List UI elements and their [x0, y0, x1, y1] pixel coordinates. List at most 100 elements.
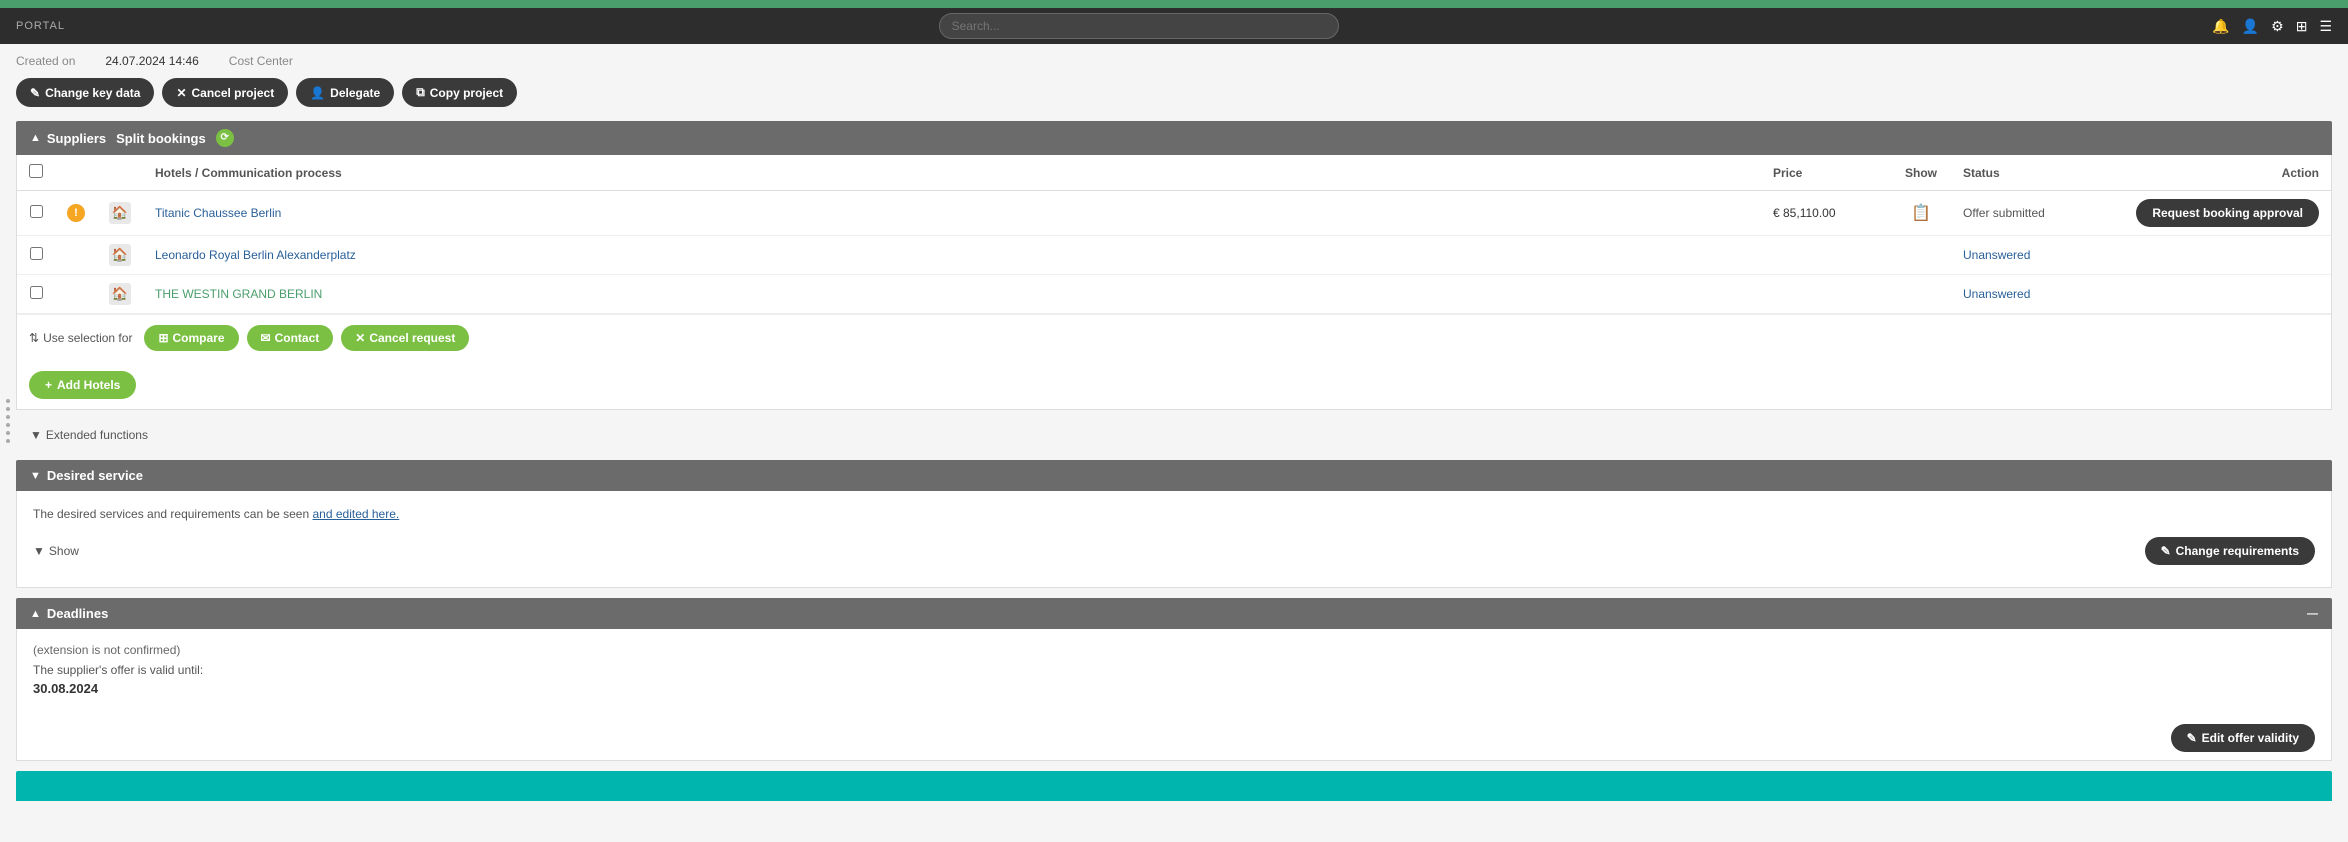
suppliers-toggle-icon[interactable]: ▲	[30, 132, 41, 144]
nav-dots	[6, 399, 10, 443]
change-key-data-button[interactable]: ✎ Change key data	[16, 78, 154, 107]
desired-service-edit-link[interactable]: and edited here.	[313, 507, 400, 521]
row2-checkbox[interactable]	[30, 247, 43, 260]
cancel-project-button[interactable]: ✕ Cancel project	[162, 78, 288, 107]
warning-icon: !	[67, 204, 85, 222]
suppliers-title: Suppliers	[47, 131, 106, 146]
deadlines-footer: ✎ Edit offer validity	[17, 716, 2331, 760]
status-2: Unanswered	[1963, 248, 2030, 262]
deadlines-header: ▲ Deadlines —	[16, 598, 2332, 629]
add-hotels-button[interactable]: + Add Hotels	[29, 371, 136, 399]
table-row: 🏠 THE WESTIN GRAND BERLIN Unanswered	[17, 275, 2331, 314]
cancel-request-button[interactable]: ✕ Cancel request	[341, 325, 469, 351]
status-3: Unanswered	[1963, 287, 2030, 301]
change-requirements-button[interactable]: ✎ Change requirements	[2145, 537, 2315, 565]
select-all-checkbox[interactable]	[29, 164, 43, 178]
table-row: 🏠 Leonardo Royal Berlin Alexanderplatz U…	[17, 236, 2331, 275]
hotel-price-2	[1761, 236, 1891, 275]
col-action: Action	[2111, 155, 2331, 191]
hotels-table-container: Hotels / Communication process Price Sho…	[17, 155, 2331, 314]
show-toggle[interactable]: ▼ Show	[33, 544, 79, 558]
meta-row: Created on 24.07.2024 14:46 Cost Center	[16, 54, 2332, 68]
page-content: Created on 24.07.2024 14:46 Cost Center …	[0, 44, 2348, 811]
copy-project-button[interactable]: ⧉ Copy project	[402, 78, 517, 107]
teal-bottom-bar	[16, 771, 2332, 801]
hotel-name-link-2[interactable]: Leonardo Royal Berlin Alexanderplatz	[155, 248, 356, 262]
desired-service-footer: ▼ Show ✎ Change requirements	[33, 531, 2315, 571]
portal-header: PORTAL 🔔 👤 ⚙ ⊞ ☰	[0, 8, 2348, 44]
hotels-table: Hotels / Communication process Price Sho…	[17, 155, 2331, 314]
header-right-icons: 🔔 👤 ⚙ ⊞ ☰	[2212, 18, 2332, 35]
extension-note: (extension is not confirmed)	[33, 643, 2315, 657]
hotel-name-link-1[interactable]: Titanic Chaussee Berlin	[155, 206, 281, 220]
deadlines-collapse-icon[interactable]: —	[2307, 608, 2318, 620]
extended-functions[interactable]: ▼ Extended functions	[16, 420, 2332, 450]
menu-icon[interactable]: ☰	[2319, 18, 2332, 35]
split-bookings-label[interactable]: Split bookings	[116, 131, 206, 146]
hotel-building-icon: 🏠	[109, 202, 131, 224]
edit-offer-validity-button[interactable]: ✎ Edit offer validity	[2171, 724, 2315, 752]
suppliers-section-header: ▲ Suppliers Split bookings ⟳	[16, 121, 2332, 155]
valid-until-label: The supplier's offer is valid until:	[33, 663, 2315, 677]
col-status: Status	[1951, 155, 2111, 191]
grid-icon[interactable]: ⊞	[2296, 18, 2308, 35]
deadlines-section: ▲ Deadlines — (extension is not confirme…	[16, 598, 2332, 761]
col-show: Show	[1891, 155, 1951, 191]
compare-button[interactable]: ⊞ Compare	[144, 325, 238, 351]
desired-service-header: ▼ Desired service	[16, 460, 2332, 491]
plus-icon: +	[45, 378, 52, 392]
deadlines-toggle[interactable]: ▲	[30, 608, 41, 620]
deadlines-title: Deadlines	[47, 606, 108, 621]
edit-req-icon: ✎	[2161, 544, 2171, 558]
action-buttons: ✎ Change key data ✕ Cancel project 👤 Del…	[16, 78, 2332, 107]
notification-icon[interactable]: 🔔	[2212, 18, 2229, 35]
hotel-building-icon-2: 🏠	[109, 244, 131, 266]
desired-service-section: ▼ Desired service The desired services a…	[16, 460, 2332, 588]
desired-service-toggle[interactable]: ▼	[30, 470, 41, 482]
delegate-button[interactable]: 👤 Delegate	[296, 78, 394, 107]
search-input[interactable]	[939, 13, 1339, 39]
arrows-icon: ⇅	[29, 331, 39, 345]
hotel-price-3	[1761, 275, 1891, 314]
row1-checkbox[interactable]	[30, 205, 43, 218]
suppliers-section: ▲ Suppliers Split bookings ⟳	[16, 121, 2332, 410]
portal-label: PORTAL	[16, 20, 65, 32]
desired-service-inner: The desired services and requirements ca…	[17, 491, 2331, 587]
request-booking-approval-button[interactable]: Request booking approval	[2136, 199, 2319, 227]
col-hotel: Hotels / Communication process	[143, 155, 1761, 191]
edit-offer-icon: ✎	[2187, 731, 2197, 745]
compare-icon: ⊞	[158, 331, 168, 345]
desired-service-title: Desired service	[47, 468, 143, 483]
cancel-icon: ✕	[176, 86, 186, 100]
selection-label: ⇅ Use selection for	[29, 331, 132, 345]
times-icon: ✕	[355, 331, 365, 345]
status-1: Offer submitted	[1963, 206, 2045, 220]
desired-service-body: The desired services and requirements ca…	[16, 491, 2332, 588]
cost-center-label: Cost Center	[229, 54, 293, 68]
top-bar	[0, 0, 2348, 8]
envelope-icon: ✉	[261, 331, 271, 345]
suppliers-section-body: Hotels / Communication process Price Sho…	[16, 155, 2332, 410]
selection-bar: ⇅ Use selection for ⊞ Compare ✉ Contact …	[17, 314, 2331, 361]
add-hotels-wrapper: + Add Hotels	[17, 361, 2331, 409]
contact-button[interactable]: ✉ Contact	[247, 325, 334, 351]
hotel-price-1: € 85,110.00	[1761, 191, 1891, 236]
deadlines-inner: (extension is not confirmed) The supplie…	[17, 629, 2331, 716]
hotel-name-link-3[interactable]: THE WESTIN GRAND BERLIN	[155, 287, 322, 301]
show-icon-1[interactable]: 📋	[1911, 203, 1931, 223]
user-icon[interactable]: 👤	[2242, 18, 2259, 35]
chevron-down-icon-2: ▼	[33, 544, 45, 558]
hotel-building-icon-3: 🏠	[109, 283, 131, 305]
created-on-label: Created on	[16, 54, 75, 68]
split-booking-icon[interactable]: ⟳	[216, 129, 234, 147]
settings-icon[interactable]: ⚙	[2271, 18, 2284, 35]
table-row: ! 🏠 Titanic Chaussee Berlin € 85,110.00	[17, 191, 2331, 236]
row3-checkbox[interactable]	[30, 286, 43, 299]
created-on-value: 24.07.2024 14:46	[105, 54, 198, 68]
deadlines-body: (extension is not confirmed) The supplie…	[16, 629, 2332, 761]
chevron-down-icon: ▼	[30, 428, 42, 442]
table-header-row: Hotels / Communication process Price Sho…	[17, 155, 2331, 191]
edit-icon: ✎	[30, 86, 40, 100]
copy-icon: ⧉	[416, 85, 425, 100]
col-price: Price	[1761, 155, 1891, 191]
